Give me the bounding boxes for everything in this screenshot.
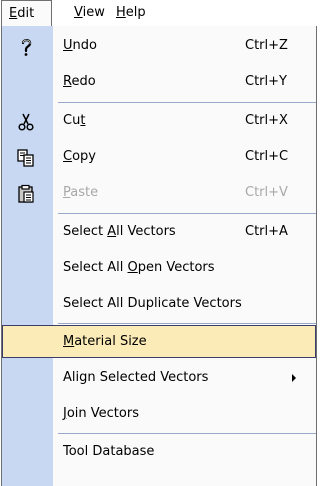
menu-item-label: Copy: [63, 149, 96, 164]
menu-item-copy[interactable]: Copy Ctrl+C: [2, 139, 316, 175]
submenu-arrow-icon: [292, 374, 296, 382]
menu-bar: Edit View Help: [0, 0, 320, 26]
menu-item-label: Cut: [63, 113, 86, 128]
shortcut-label: Ctrl+C: [245, 149, 289, 164]
menu-item-align-selected-vectors[interactable]: Align Selected Vectors: [2, 360, 316, 396]
menu-item-label: Material Size: [63, 334, 147, 349]
menu-view[interactable]: View: [68, 0, 111, 26]
scissors-icon: [18, 113, 34, 131]
menu-item-label: Join Vectors: [63, 406, 139, 421]
menu-edit-label: Edit: [9, 6, 35, 21]
edit-dropdown-menu: Undo Ctrl+Z Redo Ctrl+Y Cut Ctrl+X Copy …: [1, 26, 317, 486]
menu-help[interactable]: Help: [110, 0, 152, 26]
menu-help-label: Help: [116, 5, 146, 20]
menu-item-label: Select All Open Vectors: [63, 260, 215, 275]
menu-item-undo[interactable]: Undo Ctrl+Z: [2, 28, 316, 64]
menu-item-paste[interactable]: Paste Ctrl+V: [2, 175, 316, 211]
menu-view-label: View: [74, 5, 105, 20]
menu-item-label: Redo: [63, 74, 96, 89]
menu-item-join-vectors[interactable]: Join Vectors: [2, 396, 316, 432]
menu-item-label: Select All Duplicate Vectors: [63, 296, 242, 311]
menu-item-label: Tool Database: [63, 444, 155, 459]
menu-item-cut[interactable]: Cut Ctrl+X: [2, 103, 316, 139]
menu-item-redo[interactable]: Redo Ctrl+Y: [2, 64, 316, 100]
menu-item-label: Undo: [63, 38, 97, 53]
shortcut-label: Ctrl+V: [245, 185, 288, 200]
menu-item-select-all-duplicate-vectors[interactable]: Select All Duplicate Vectors: [2, 286, 316, 322]
copy-icon: [17, 149, 34, 167]
shortcut-label: Ctrl+X: [245, 113, 288, 128]
menu-item-label: Paste: [63, 185, 99, 200]
menu-item-select-all-open-vectors[interactable]: Select All Open Vectors: [2, 250, 316, 286]
menu-item-select-all-vectors[interactable]: Select All Vectors Ctrl+A: [2, 214, 316, 250]
hover-highlight: [2, 325, 316, 358]
menu-item-label: Align Selected Vectors: [63, 370, 209, 385]
menu-item-tool-database[interactable]: Tool Database: [2, 434, 316, 470]
shortcut-label: Ctrl+Y: [245, 74, 287, 89]
menu-item-material-size[interactable]: Material Size: [2, 324, 316, 360]
menu-item-label: Select All Vectors: [63, 224, 176, 239]
shortcut-label: Ctrl+A: [245, 224, 288, 239]
clipboard-icon: [18, 184, 34, 203]
shortcut-label: Ctrl+Z: [245, 38, 288, 53]
menu-edit[interactable]: Edit: [1, 0, 52, 26]
undo-icon: [21, 39, 32, 56]
